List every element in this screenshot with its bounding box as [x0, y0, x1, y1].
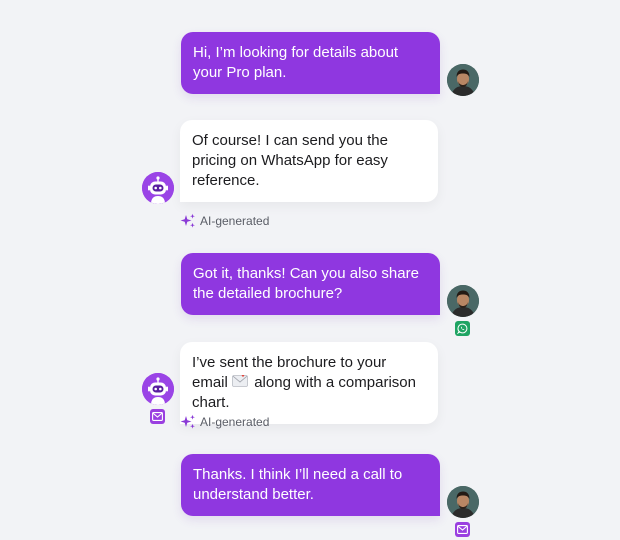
ai-generated-tag: AI-generated — [180, 213, 269, 229]
user-avatar — [447, 285, 479, 317]
email-icon — [150, 409, 165, 424]
sparkle-icon — [180, 213, 195, 228]
email-icon — [455, 522, 470, 537]
message-text: Of course! I can send you the pricing on… — [192, 132, 388, 189]
bot-message: I’ve sent the brochure to your email alo… — [180, 342, 438, 424]
ai-generated-label: AI-generated — [200, 415, 270, 429]
user-avatar — [447, 486, 479, 518]
message-text: Hi, I’m looking for details about your P… — [193, 44, 399, 81]
bot-avatar — [142, 373, 174, 405]
envelope-emoji-icon — [232, 374, 248, 388]
chat-window: Hi, I’m looking for details about your P… — [0, 0, 620, 540]
sparkle-icon — [180, 414, 195, 429]
bot-message: Of course! I can send you the pricing on… — [180, 120, 438, 202]
user-message: Thanks. I think I’ll need a call to unde… — [181, 454, 440, 516]
message-text: Thanks. I think I’ll need a call to unde… — [193, 466, 403, 503]
user-avatar — [447, 64, 479, 96]
ai-generated-tag: AI-generated — [180, 414, 269, 430]
bot-avatar — [142, 172, 174, 204]
ai-generated-label: AI-generated — [200, 214, 270, 228]
user-message: Hi, I’m looking for details about your P… — [181, 32, 440, 94]
message-text: Got it, thanks! Can you also share the d… — [193, 265, 419, 302]
whatsapp-icon — [455, 321, 470, 336]
user-message: Got it, thanks! Can you also share the d… — [181, 253, 440, 315]
